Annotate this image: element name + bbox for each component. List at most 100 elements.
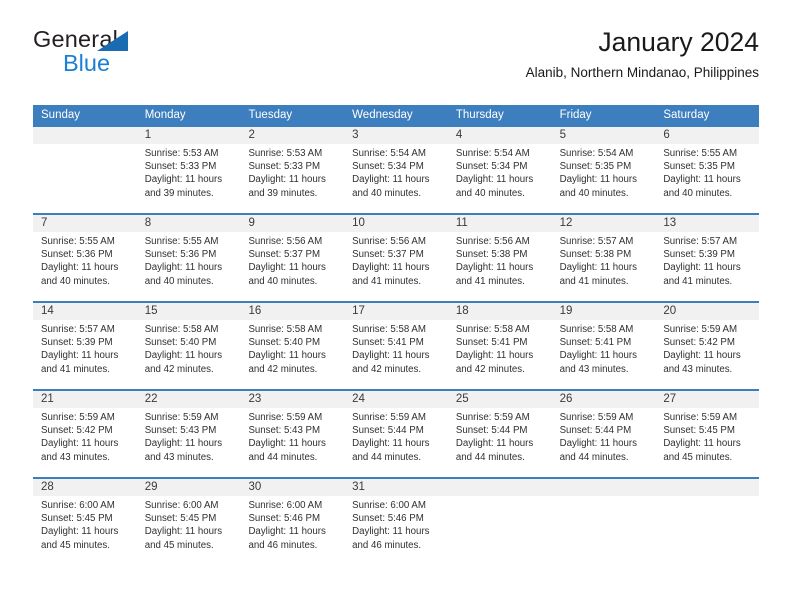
- calendar-day-cell[interactable]: 26 Sunrise: 5:59 AM Sunset: 5:44 PM Dayligh…: [552, 391, 656, 477]
- page-subtitle: Alanib, Northern Mindanao, Philippines: [525, 65, 759, 80]
- week-cells: 21 Sunrise: 5:59 AM Sunset: 5:42 PM Dayligh…: [33, 391, 759, 477]
- daylight-text: Daylight: 11 hours and 40 minutes.: [352, 174, 430, 199]
- calendar-day-cell[interactable]: 7 Sunrise: 5:55 AM Sunset: 5:36 PM Daylight…: [33, 215, 137, 301]
- day-details: Sunrise: 5:58 AM Sunset: 5:41 PM Daylight:…: [456, 323, 548, 376]
- calendar-day-cell[interactable]: 2 Sunrise: 5:53 AM Sunset: 5:33 PM Daylight…: [240, 127, 344, 213]
- weekday-header-monday: Monday: [144, 109, 186, 121]
- calendar-day-cell[interactable]: 20 Sunrise: 5:59 AM Sunset: 5:42 PM Dayligh…: [655, 303, 759, 389]
- calendar-weeks: 1 Sunrise: 5:53 AM Sunset: 5:33 PM Daylight…: [33, 125, 759, 565]
- calendar-day-cell[interactable]: 8 Sunrise: 5:55 AM Sunset: 5:36 PM Daylight…: [137, 215, 241, 301]
- daylight-text: Daylight: 11 hours and 43 minutes.: [663, 350, 741, 375]
- page-title: January 2024: [598, 27, 759, 57]
- week-cells: 1 Sunrise: 5:53 AM Sunset: 5:33 PM Daylight…: [33, 127, 759, 213]
- calendar-day-cell[interactable]: 23 Sunrise: 5:59 AM Sunset: 5:43 PM Dayligh…: [240, 391, 344, 477]
- calendar-day-cell[interactable]: 18 Sunrise: 5:58 AM Sunset: 5:41 PM Dayligh…: [448, 303, 552, 389]
- sunrise-text: Sunrise: 5:56 AM: [248, 236, 323, 247]
- sunrise-text: Sunrise: 6:00 AM: [248, 500, 323, 511]
- logo-triangle-icon: [97, 31, 128, 51]
- sunrise-text: Sunrise: 5:59 AM: [559, 412, 634, 423]
- sunset-text: Sunset: 5:44 PM: [352, 425, 424, 437]
- sunset-text: Sunset: 5:34 PM: [352, 161, 424, 173]
- day-number: 30: [248, 481, 262, 493]
- calendar-day-cell[interactable]: 10 Sunrise: 5:56 AM Sunset: 5:37 PM Dayligh…: [344, 215, 448, 301]
- week-cells: 7 Sunrise: 5:55 AM Sunset: 5:36 PM Daylight…: [33, 215, 759, 301]
- calendar-day-cell[interactable]: 15 Sunrise: 5:58 AM Sunset: 5:40 PM Dayligh…: [137, 303, 241, 389]
- calendar-day-cell[interactable]: 25 Sunrise: 5:59 AM Sunset: 5:44 PM Dayligh…: [448, 391, 552, 477]
- day-number: 1: [144, 129, 152, 141]
- sunrise-text: Sunrise: 5:56 AM: [352, 236, 426, 247]
- calendar-day-cell[interactable]: 29 Sunrise: 6:00 AM Sunset: 5:45 PM Dayligh…: [137, 479, 241, 565]
- sunrise-text: Sunrise: 5:54 AM: [352, 148, 426, 159]
- day-details: Sunrise: 5:55 AM Sunset: 5:36 PM Daylight:…: [145, 235, 237, 288]
- day-number: 24: [352, 393, 365, 405]
- day-number: 12: [559, 217, 573, 229]
- sunset-text: Sunset: 5:36 PM: [144, 249, 217, 261]
- calendar-day-cell[interactable]: 31 Sunrise: 6:00 AM Sunset: 5:46 PM Dayligh…: [344, 479, 448, 565]
- sunrise-text: Sunrise: 5:57 AM: [663, 236, 738, 247]
- calendar-week-row: 21 Sunrise: 5:59 AM Sunset: 5:42 PM Dayligh…: [33, 389, 759, 477]
- sunset-text: Sunset: 5:39 PM: [663, 249, 735, 261]
- calendar-day-cell[interactable]: 21 Sunrise: 5:59 AM Sunset: 5:42 PM Dayligh…: [33, 391, 137, 477]
- sunset-text: Sunset: 5:44 PM: [455, 425, 528, 437]
- calendar-day-cell[interactable]: 22 Sunrise: 5:59 AM Sunset: 5:43 PM Dayligh…: [137, 391, 241, 477]
- general-blue-logo[interactable]: General Blue: [33, 26, 243, 88]
- sunset-text: Sunset: 5:41 PM: [455, 337, 528, 349]
- day-number: 3: [352, 129, 359, 141]
- daylight-text: Daylight: 11 hours and 44 minutes.: [248, 438, 326, 463]
- calendar-day-cell[interactable]: 5 Sunrise: 5:54 AM Sunset: 5:35 PM Daylight…: [552, 127, 656, 213]
- title-block: January 2024 Alanib, Northern Mindanao, …: [526, 26, 759, 81]
- day-details: Sunrise: 5:57 AM Sunset: 5:39 PM Daylight:…: [663, 235, 755, 288]
- calendar-week-row: 28 Sunrise: 6:00 AM Sunset: 5:45 PM Dayligh…: [33, 477, 759, 565]
- day-number: 8: [144, 217, 152, 229]
- calendar-cell-empty: [448, 479, 552, 565]
- day-details: Sunrise: 5:57 AM Sunset: 5:38 PM Daylight:…: [560, 235, 652, 288]
- day-number: 15: [144, 305, 158, 317]
- calendar-day-cell[interactable]: 1 Sunrise: 5:53 AM Sunset: 5:33 PM Daylight…: [137, 127, 241, 213]
- daylight-text: Daylight: 11 hours and 40 minutes.: [248, 262, 326, 287]
- calendar-day-cell[interactable]: 30 Sunrise: 6:00 AM Sunset: 5:46 PM Dayligh…: [240, 479, 344, 565]
- calendar-week-row: 7 Sunrise: 5:55 AM Sunset: 5:36 PM Daylight…: [33, 213, 759, 301]
- calendar-day-cell[interactable]: 24 Sunrise: 5:59 AM Sunset: 5:44 PM Dayligh…: [344, 391, 448, 477]
- sunrise-text: Sunrise: 5:56 AM: [455, 236, 530, 247]
- logo-text-blue: Blue: [63, 50, 111, 76]
- calendar-day-cell[interactable]: 9 Sunrise: 5:56 AM Sunset: 5:37 PM Daylight…: [240, 215, 344, 301]
- calendar-day-cell[interactable]: 14 Sunrise: 5:57 AM Sunset: 5:39 PM Dayligh…: [33, 303, 137, 389]
- daylight-text: Daylight: 11 hours and 41 minutes.: [559, 262, 637, 287]
- day-details: Sunrise: 5:55 AM Sunset: 5:36 PM Daylight:…: [41, 235, 133, 288]
- sunrise-text: Sunrise: 5:55 AM: [41, 236, 115, 247]
- sunset-text: Sunset: 5:41 PM: [352, 337, 424, 349]
- day-details: Sunrise: 5:58 AM Sunset: 5:40 PM Daylight:…: [248, 323, 340, 376]
- daylight-text: Daylight: 11 hours and 43 minutes.: [559, 350, 637, 375]
- calendar-day-cell[interactable]: 16 Sunrise: 5:58 AM Sunset: 5:40 PM Dayligh…: [240, 303, 344, 389]
- sunrise-text: Sunrise: 5:54 AM: [455, 148, 530, 159]
- sunset-text: Sunset: 5:33 PM: [248, 161, 321, 173]
- day-details: Sunrise: 5:54 AM Sunset: 5:34 PM Daylight:…: [456, 147, 548, 200]
- calendar-day-cell[interactable]: 28 Sunrise: 6:00 AM Sunset: 5:45 PM Dayligh…: [33, 479, 137, 565]
- calendar-day-cell[interactable]: 19 Sunrise: 5:58 AM Sunset: 5:41 PM Dayligh…: [552, 303, 656, 389]
- calendar-day-cell[interactable]: 11 Sunrise: 5:56 AM Sunset: 5:38 PM Dayligh…: [448, 215, 552, 301]
- daylight-text: Daylight: 11 hours and 40 minutes.: [41, 262, 119, 287]
- day-number: 6: [663, 129, 670, 141]
- sunset-text: Sunset: 5:38 PM: [455, 249, 528, 261]
- calendar-day-cell[interactable]: 3 Sunrise: 5:54 AM Sunset: 5:34 PM Daylight…: [344, 127, 448, 213]
- calendar-day-cell[interactable]: 17 Sunrise: 5:58 AM Sunset: 5:41 PM Dayligh…: [344, 303, 448, 389]
- daylight-text: Daylight: 11 hours and 42 minutes.: [455, 350, 534, 375]
- day-details: Sunrise: 5:59 AM Sunset: 5:43 PM Daylight:…: [145, 411, 237, 464]
- calendar-day-cell[interactable]: 27 Sunrise: 5:59 AM Sunset: 5:45 PM Dayligh…: [655, 391, 759, 477]
- calendar-cell-empty: [33, 127, 137, 213]
- day-details: Sunrise: 6:00 AM Sunset: 5:46 PM Daylight:…: [352, 499, 444, 552]
- day-number: 5: [559, 129, 566, 141]
- sunset-text: Sunset: 5:41 PM: [559, 337, 632, 349]
- calendar-day-cell[interactable]: 6 Sunrise: 5:55 AM Sunset: 5:35 PM Daylight…: [655, 127, 759, 213]
- day-number: 16: [248, 305, 262, 317]
- calendar-grid: Sunday Monday Tuesday Wednesday Thursday Frid…: [33, 105, 759, 565]
- calendar-day-cell[interactable]: 13 Sunrise: 5:57 AM Sunset: 5:39 PM Dayligh…: [655, 215, 759, 301]
- sunset-text: Sunset: 5:40 PM: [248, 337, 321, 349]
- calendar-day-cell[interactable]: 12 Sunrise: 5:57 AM Sunset: 5:38 PM Dayligh…: [552, 215, 656, 301]
- sunset-text: Sunset: 5:43 PM: [248, 425, 321, 437]
- sunset-text: Sunset: 5:35 PM: [559, 161, 632, 173]
- sunrise-text: Sunrise: 5:59 AM: [663, 324, 738, 335]
- weekday-header-sunday: Sunday: [41, 109, 81, 121]
- calendar-day-cell[interactable]: 4 Sunrise: 5:54 AM Sunset: 5:34 PM Daylight…: [448, 127, 552, 213]
- daylight-text: Daylight: 11 hours and 40 minutes.: [559, 174, 637, 199]
